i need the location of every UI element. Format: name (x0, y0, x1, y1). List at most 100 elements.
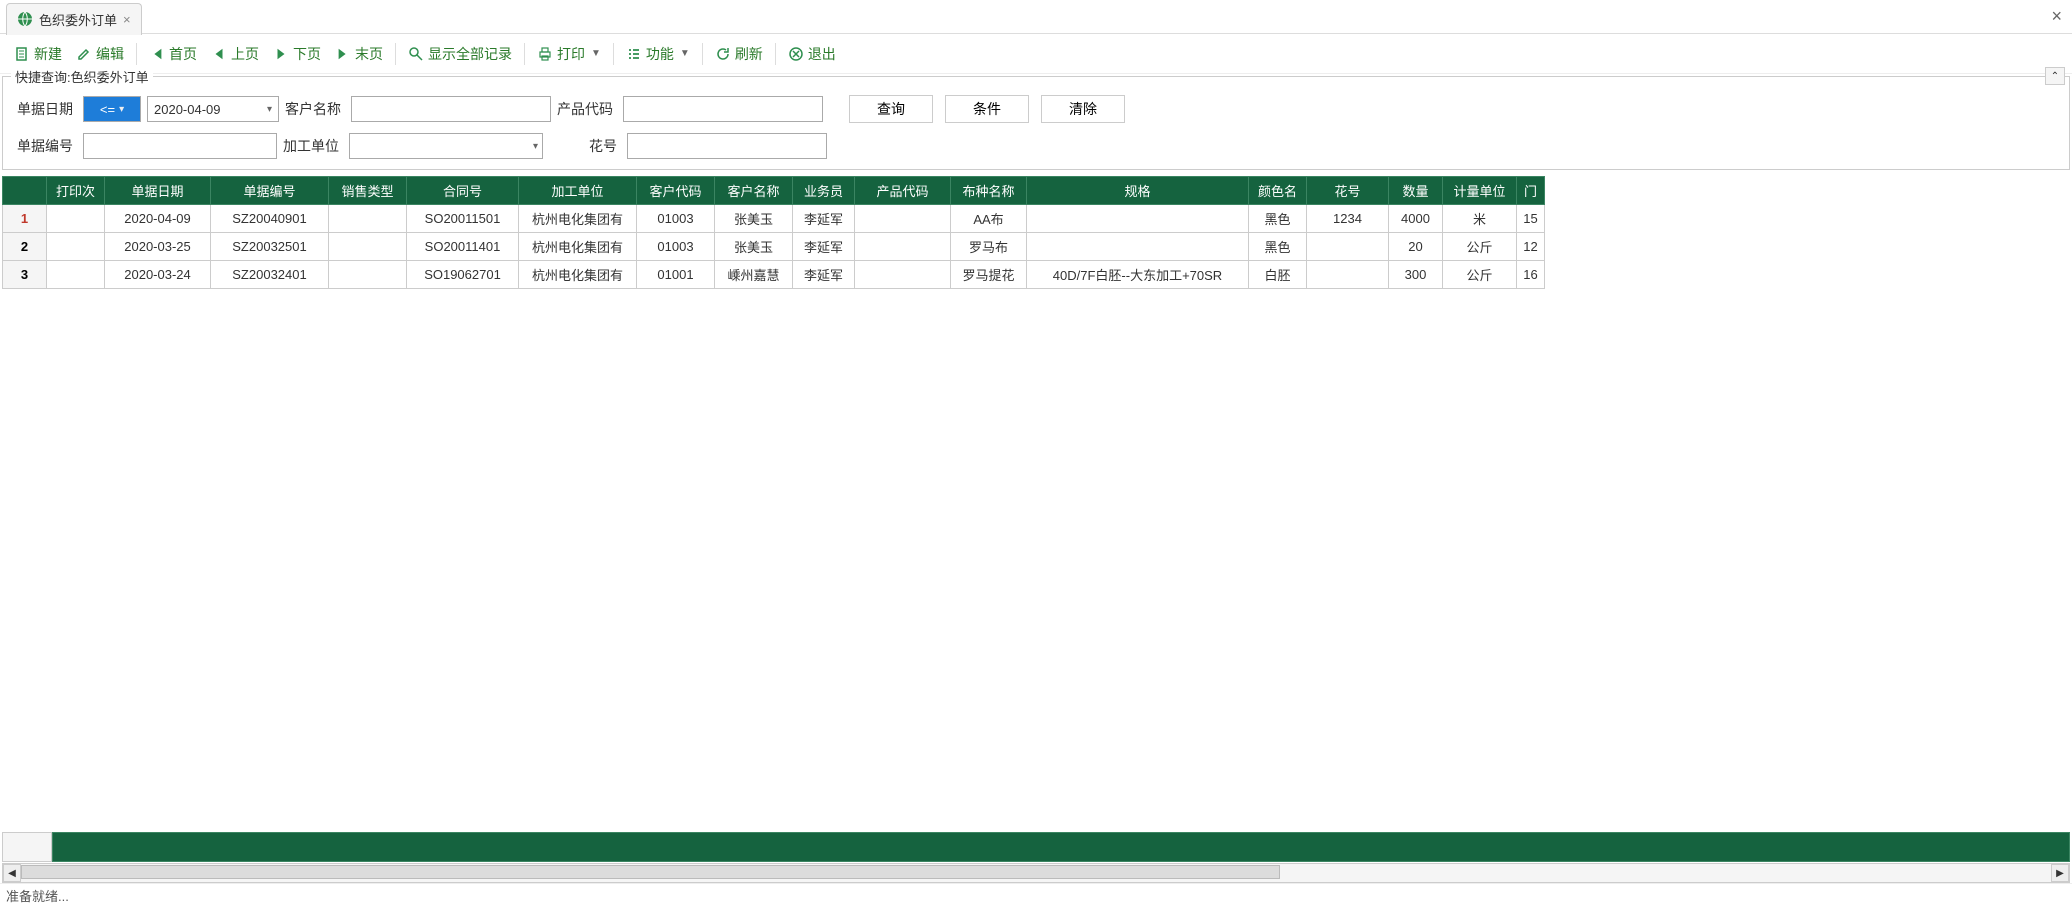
cell-cloth: AA布 (951, 205, 1027, 233)
print-button[interactable]: 打印 ▼ (531, 40, 607, 68)
scroll-left-icon[interactable]: ◀ (3, 864, 21, 882)
label-date: 单据日期 (17, 99, 77, 119)
col-color[interactable]: 颜色名 (1249, 177, 1307, 205)
separator (775, 43, 776, 65)
prev-icon (211, 46, 227, 62)
col-qty[interactable]: 数量 (1389, 177, 1443, 205)
col-cloth[interactable]: 布种名称 (951, 177, 1027, 205)
cell-processor: 杭州电化集团有 (519, 205, 637, 233)
col-printcnt[interactable]: 打印次 (47, 177, 105, 205)
date-input[interactable]: 2020-04-09 ▾ (147, 96, 279, 122)
scroll-right-icon[interactable]: ▶ (2051, 864, 2069, 882)
separator (702, 43, 703, 65)
tab-active[interactable]: 色织委外订单 × (6, 3, 142, 35)
cell-docno: SZ20032501 (211, 233, 329, 261)
last-icon (335, 46, 351, 62)
cell-printcnt (47, 205, 105, 233)
chevron-down-icon: ▾ (119, 104, 124, 115)
col-width[interactable]: 门 (1517, 177, 1545, 205)
list-icon (626, 46, 642, 62)
cell-custcode: 01003 (637, 205, 715, 233)
cell-spec (1027, 205, 1249, 233)
cell-date: 2020-03-25 (105, 233, 211, 261)
col-sales[interactable]: 业务员 (793, 177, 855, 205)
print-icon (537, 46, 553, 62)
cell-custcode: 01003 (637, 233, 715, 261)
first-page-button[interactable]: 首页 (143, 40, 203, 68)
table-row[interactable]: 22020-03-25SZ20032501SO20011401杭州电化集团有01… (3, 233, 1545, 261)
new-icon (14, 46, 30, 62)
col-spec[interactable]: 规格 (1027, 177, 1249, 205)
cell-pattern (1307, 233, 1389, 261)
separator (136, 43, 137, 65)
cell-unit: 公斤 (1443, 233, 1517, 261)
cell-pattern (1307, 261, 1389, 289)
collapse-button[interactable]: ⌃ (2045, 67, 2065, 85)
separator (524, 43, 525, 65)
status-bar: 准备就绪... (0, 883, 2072, 905)
cell-sales: 李延军 (793, 233, 855, 261)
function-button[interactable]: 功能 ▼ (620, 40, 696, 68)
col-custcode[interactable]: 客户代码 (637, 177, 715, 205)
close-icon[interactable]: × (2051, 6, 2062, 27)
chevron-down-icon: ▼ (591, 48, 601, 59)
search-panel: 快捷查询:色织委外订单 ⌃ 单据日期 <=▾ 2020-04-09 ▾ 客户名称… (2, 76, 2070, 170)
new-button[interactable]: 新建 (8, 40, 68, 68)
showall-button[interactable]: 显示全部记录 (402, 40, 518, 68)
cell-custcode: 01001 (637, 261, 715, 289)
refresh-button[interactable]: 刷新 (709, 40, 769, 68)
cell-saletype (329, 233, 407, 261)
next-icon (273, 46, 289, 62)
query-button[interactable]: 查询 (849, 95, 933, 123)
cell-width: 15 (1517, 205, 1545, 233)
cell-date: 2020-04-09 (105, 205, 211, 233)
edit-button[interactable]: 编辑 (70, 40, 130, 68)
next-page-button[interactable]: 下页 (267, 40, 327, 68)
col-date[interactable]: 单据日期 (105, 177, 211, 205)
cell-contract: SO20011401 (407, 233, 519, 261)
customer-input[interactable] (351, 96, 551, 122)
col-processor[interactable]: 加工单位 (519, 177, 637, 205)
scroll-thumb[interactable] (21, 865, 1280, 879)
data-grid[interactable]: 打印次单据日期单据编号销售类型合同号加工单位客户代码客户名称业务员产品代码布种名… (2, 176, 1545, 289)
cell-printcnt (47, 261, 105, 289)
cell-qty: 300 (1389, 261, 1443, 289)
exit-icon (788, 46, 804, 62)
col-rownum[interactable] (3, 177, 47, 205)
docno-input[interactable] (83, 133, 277, 159)
summary-bar (2, 832, 2070, 862)
cell-product (855, 261, 951, 289)
table-row[interactable]: 32020-03-24SZ20032401SO19062701杭州电化集团有01… (3, 261, 1545, 289)
cell-qty: 4000 (1389, 205, 1443, 233)
cell-color: 黑色 (1249, 205, 1307, 233)
search-title: 快捷查询:色织委外订单 (11, 67, 153, 86)
tab-bar: 色织委外订单 × × (0, 0, 2072, 34)
cell-qty: 20 (1389, 233, 1443, 261)
product-input[interactable] (623, 96, 823, 122)
col-saletype[interactable]: 销售类型 (329, 177, 407, 205)
processor-combo[interactable]: ▾ (349, 133, 543, 159)
cell-sales: 李延军 (793, 261, 855, 289)
clear-button[interactable]: 清除 (1041, 95, 1125, 123)
pattern-input[interactable] (627, 133, 827, 159)
chevron-down-icon: ▼ (680, 48, 690, 59)
cell-unit: 公斤 (1443, 261, 1517, 289)
prev-page-button[interactable]: 上页 (205, 40, 265, 68)
col-unit[interactable]: 计量单位 (1443, 177, 1517, 205)
col-contract[interactable]: 合同号 (407, 177, 519, 205)
col-custname[interactable]: 客户名称 (715, 177, 793, 205)
cell-cloth: 罗马提花 (951, 261, 1027, 289)
exit-button[interactable]: 退出 (782, 40, 842, 68)
cell-date: 2020-03-24 (105, 261, 211, 289)
tab-close-icon[interactable]: × (123, 12, 131, 27)
table-row[interactable]: 12020-04-09SZ20040901SO20011501杭州电化集团有01… (3, 205, 1545, 233)
cell-contract: SO19062701 (407, 261, 519, 289)
last-page-button[interactable]: 末页 (329, 40, 389, 68)
operator-select[interactable]: <=▾ (83, 96, 141, 122)
condition-button[interactable]: 条件 (945, 95, 1029, 123)
col-docno[interactable]: 单据编号 (211, 177, 329, 205)
horizontal-scrollbar[interactable]: ◀ ▶ (2, 863, 2070, 883)
col-pattern[interactable]: 花号 (1307, 177, 1389, 205)
col-product[interactable]: 产品代码 (855, 177, 951, 205)
label-docno: 单据编号 (17, 136, 77, 156)
